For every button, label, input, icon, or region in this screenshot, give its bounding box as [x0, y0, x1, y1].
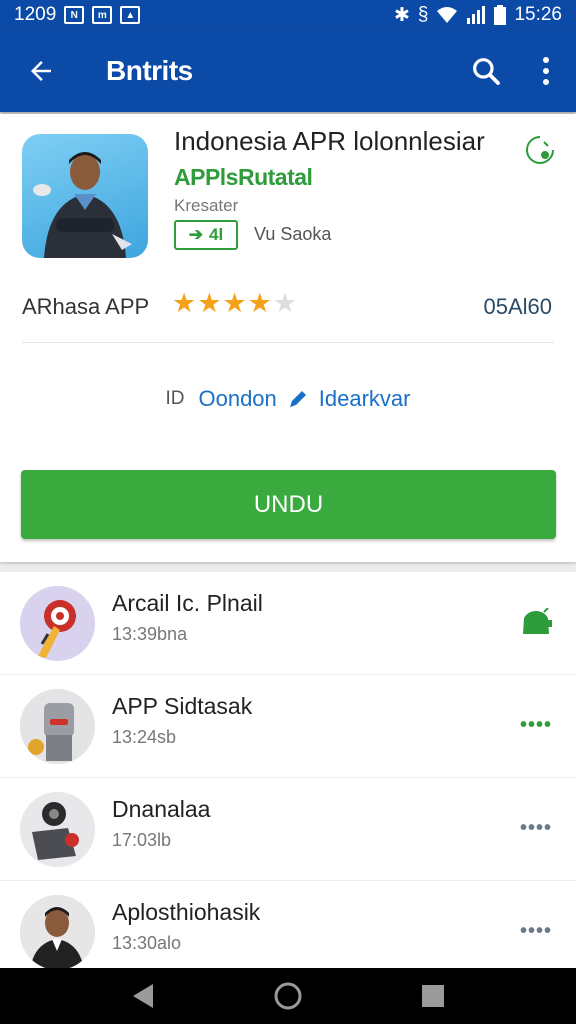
install-state-icon[interactable] — [524, 134, 556, 166]
list-item[interactable]: Dnanalaa 17:03lb •••• — [0, 778, 576, 881]
nav-recents-icon — [422, 985, 445, 1007]
list-item-subtitle: 17:03lb — [112, 830, 172, 850]
list-item[interactable]: Arcail Ic. Plnail 13:39bna — [0, 572, 576, 675]
status-time-right: 15:26 — [514, 4, 562, 25]
more-options-button[interactable]: •••• — [516, 911, 556, 951]
signal-icon — [467, 6, 486, 24]
notification-icon: N — [64, 6, 85, 24]
arrow-right-icon: ➔ — [188, 225, 204, 244]
app-category: Kresater — [174, 196, 239, 215]
search-icon — [473, 58, 500, 85]
app-icon — [22, 134, 148, 258]
more-horiz-icon: •••• — [519, 816, 552, 839]
avatar — [20, 586, 95, 661]
list-item-title: APP Sidtasak — [112, 693, 253, 719]
wifi-icon — [437, 7, 458, 23]
overflow-menu-button[interactable] — [516, 30, 576, 112]
star-filled-icon: ★ — [172, 288, 197, 318]
star-filled-icon: ★ — [247, 288, 272, 318]
app-detail-card: Indonesia APR lolonnlesiar APPlsRutatal … — [0, 114, 576, 562]
nav-back-button[interactable] — [113, 968, 173, 1024]
rating-value: 05Al60 — [483, 294, 552, 319]
nav-back-icon — [132, 984, 153, 1008]
star-filled-icon: ★ — [222, 288, 247, 318]
more-options-button[interactable]: •••• — [516, 808, 556, 848]
more-options-button[interactable]: •••• — [516, 705, 556, 745]
notification-icon: ▲ — [120, 6, 141, 24]
badge-label: Vu Saoka — [254, 224, 332, 244]
app-name: Indonesia APR lolonnlesiar — [174, 126, 485, 156]
nav-home-button[interactable] — [258, 968, 318, 1024]
more-horiz-icon: •••• — [519, 919, 552, 942]
nav-recents-button[interactable] — [403, 968, 463, 1024]
list-item-subtitle: 13:30alo — [112, 933, 182, 953]
badge-text: 4l — [209, 225, 224, 244]
info-prefix: ID — [165, 388, 185, 409]
page-title: Bntrits — [106, 55, 193, 86]
vibrate-icon: § — [417, 4, 429, 25]
avatar — [20, 895, 95, 970]
star-empty-icon: ★ — [272, 288, 298, 318]
rating-label: ARhasa APP — [22, 294, 150, 319]
list-item-subtitle: 13:39bna — [112, 624, 188, 644]
app-bar: Bntrits — [0, 30, 576, 112]
related-apps-list: Arcail Ic. Plnail 13:39bna APP Sidtasak … — [0, 572, 576, 984]
battery-icon — [494, 5, 507, 25]
content-rating-badge: ➔ 4l — [174, 220, 238, 250]
info-link[interactable]: Idearkvar — [319, 386, 411, 412]
notification-icon: m — [92, 6, 113, 24]
avatar — [20, 792, 95, 867]
install-action-button[interactable] — [516, 602, 556, 642]
more-horiz-icon: •••• — [519, 713, 552, 736]
list-item-title: Aplosthiohasik — [112, 899, 261, 925]
search-button[interactable] — [456, 30, 516, 112]
list-item-subtitle: 13:24sb — [112, 727, 177, 747]
divider — [22, 342, 554, 343]
back-button[interactable] — [0, 30, 82, 112]
list-item-title: Arcail Ic. Plnail — [112, 590, 263, 616]
avatar — [20, 689, 95, 764]
status-time-left: 1209 — [14, 4, 57, 25]
android-icon — [523, 608, 552, 634]
info-row: ID Oondon Idearkvar — [0, 386, 576, 412]
pen-icon — [289, 391, 306, 407]
install-button[interactable]: UNDU — [21, 470, 556, 539]
status-bar: 1209 N m ▲ ✱ § 15:26 — [0, 0, 576, 30]
bluetooth-icon: ✱ — [393, 4, 410, 26]
star-rating: ★ ★ ★ ★ ★ — [172, 290, 297, 317]
list-item-title: Dnanalaa — [112, 796, 211, 822]
nav-home-icon — [274, 982, 302, 1010]
list-item[interactable]: APP Sidtasak 13:24sb •••• — [0, 675, 576, 778]
back-arrow-icon — [31, 61, 51, 81]
info-link[interactable]: Oondon — [198, 386, 276, 412]
system-nav-bar — [0, 968, 576, 1024]
developer-link[interactable]: APPlsRutatal — [174, 164, 313, 191]
more-vert-icon — [543, 57, 549, 85]
star-filled-icon: ★ — [197, 288, 222, 318]
